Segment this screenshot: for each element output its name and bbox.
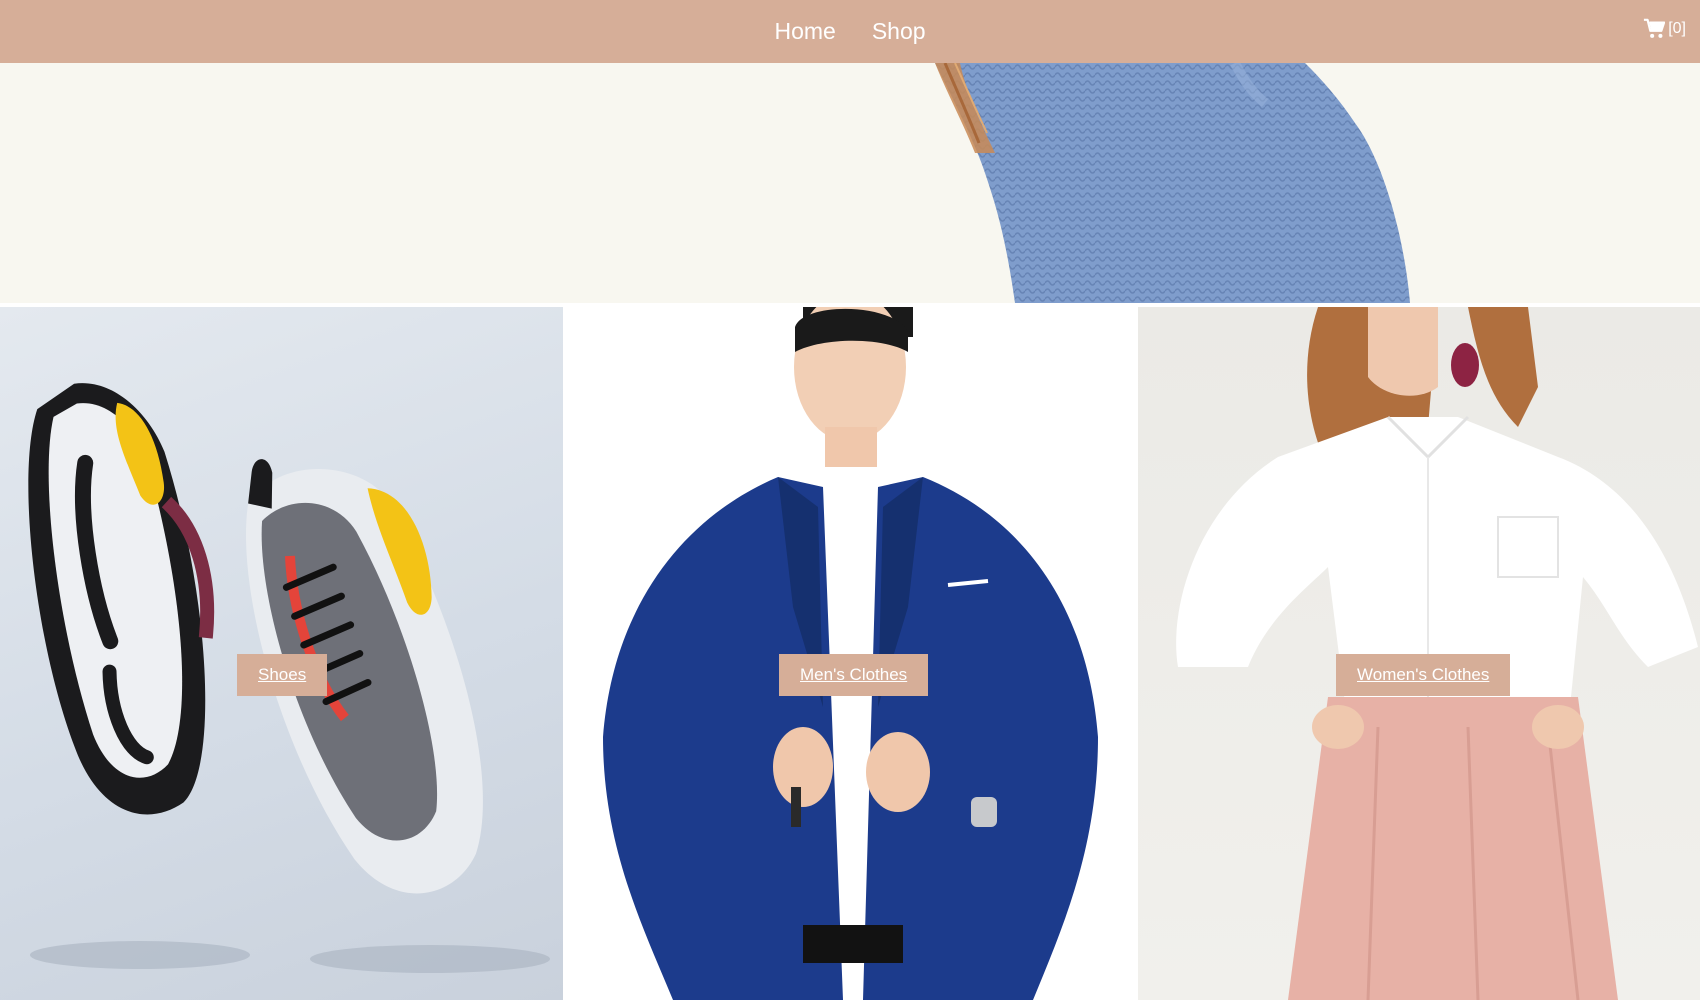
nav-links: Home Shop — [0, 0, 1700, 63]
nav-link-home[interactable]: Home — [774, 18, 835, 45]
category-button-womens-clothes[interactable]: Women's Clothes — [1336, 654, 1511, 696]
nav-link-shop[interactable]: Shop — [872, 18, 926, 45]
category-grid: Shoes Men's Clothes Women's Clothes — [0, 307, 1700, 1000]
category-tile-mens-clothes[interactable]: Men's Clothes — [563, 307, 1138, 1000]
category-button-mens-clothes[interactable]: Men's Clothes — [779, 654, 929, 696]
hero-banner — [0, 63, 1700, 303]
top-navbar: Home Shop [0] — [0, 0, 1700, 63]
category-tile-womens-clothes[interactable]: Women's Clothes — [1138, 307, 1700, 1000]
hero-sweater-image — [935, 63, 1410, 303]
cart-button[interactable]: [0] — [1643, 18, 1686, 40]
category-button-shoes[interactable]: Shoes — [237, 654, 328, 696]
category-tile-shoes[interactable]: Shoes — [0, 307, 563, 1000]
cart-count: [0] — [1668, 20, 1686, 37]
cart-icon — [1643, 18, 1666, 40]
